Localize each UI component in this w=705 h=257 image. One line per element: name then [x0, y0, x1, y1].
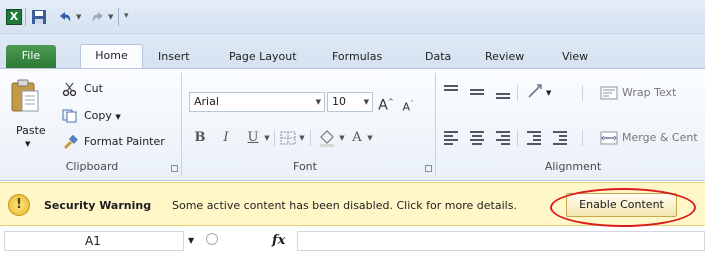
ribbon-home: Paste ▼ Cut Copy ▼ Format Painter Clipbo… [0, 68, 705, 181]
group-label-alignment: Alignment [544, 160, 602, 173]
copy-icon [62, 109, 77, 123]
redo-dropdown-chevron-icon[interactable]: ▼ [108, 13, 113, 21]
security-warning-message[interactable]: Some active content has been disabled. C… [172, 199, 517, 212]
middle-align-button[interactable] [467, 83, 487, 101]
decrease-indent-button[interactable] [524, 129, 544, 147]
paste-button[interactable]: Paste [16, 124, 46, 137]
font-inner-separator [274, 130, 275, 146]
borders-icon[interactable] [280, 131, 296, 145]
bold-button[interactable]: B [193, 129, 207, 147]
tab-view[interactable]: View [562, 46, 588, 69]
fill-color-dropdown-chevron-icon[interactable]: ▼ [338, 129, 346, 147]
wrap-text-icon [600, 86, 618, 100]
bottom-align-button[interactable] [493, 83, 513, 101]
shrink-font-button[interactable]: Aˇ [399, 95, 417, 114]
scissors-icon [62, 82, 77, 96]
paste-icon[interactable] [10, 79, 40, 113]
font-name-dropdown-chevron-icon[interactable]: ▼ [316, 93, 321, 111]
tab-formulas[interactable]: Formulas [332, 46, 382, 69]
align-left-button[interactable] [441, 129, 461, 147]
font-dialog-launcher-icon[interactable] [425, 165, 432, 172]
font-size-combo[interactable]: 10 ▼ [327, 92, 373, 112]
align-right-button[interactable] [493, 129, 513, 147]
tab-data[interactable]: Data [425, 46, 451, 69]
underline-dropdown-chevron-icon[interactable]: ▼ [263, 129, 271, 147]
copy-label: Copy ▼ [84, 109, 121, 122]
group-label-font: Font [293, 160, 317, 173]
annotation-highlight-circle [550, 188, 696, 227]
alignment-inner-separator [517, 85, 518, 101]
wrap-text-button[interactable]: Wrap Text [622, 86, 676, 99]
font-color-dropdown-chevron-icon[interactable]: ▼ [366, 129, 374, 147]
paste-dropdown-chevron-icon[interactable]: ▼ [25, 140, 30, 148]
orientation-icon[interactable] [526, 82, 544, 100]
font-inner-separator [310, 130, 311, 146]
security-warning-bar: ! Security Warning Some active content h… [0, 182, 705, 227]
formula-bar: A1 ▼ fx [0, 227, 705, 257]
font-size-value: 10 [332, 95, 346, 108]
group-separator [435, 73, 436, 177]
insert-function-button[interactable]: fx [272, 233, 285, 248]
save-icon[interactable] [31, 9, 47, 25]
merge-center-button[interactable]: Merge & Cent [622, 131, 698, 144]
paintbrush-icon [64, 135, 78, 149]
align-center-button[interactable] [467, 129, 487, 147]
cut-label: Cut [84, 82, 103, 95]
tab-file[interactable]: File [6, 45, 56, 69]
tab-review[interactable]: Review [485, 46, 524, 69]
tab-page-layout[interactable]: Page Layout [229, 46, 297, 69]
group-label-clipboard: Clipboard [65, 160, 119, 173]
undo-dropdown-chevron-icon[interactable]: ▼ [76, 13, 81, 21]
ribbon-tabs: File Home Insert Page Layout Formulas Da… [0, 34, 705, 70]
formula-input[interactable] [297, 231, 705, 251]
name-box-dropdown-chevron-icon[interactable]: ▼ [188, 236, 194, 245]
alignment-inner-separator [582, 85, 583, 101]
excel-logo-icon[interactable]: X [6, 9, 22, 25]
orientation-dropdown-chevron-icon[interactable]: ▼ [546, 89, 551, 97]
alignment-inner-separator [582, 130, 583, 146]
customize-qat-icon[interactable]: ▾ [124, 11, 129, 21]
formula-cancel-icon[interactable] [206, 233, 218, 245]
security-warning-title: Security Warning [44, 199, 152, 212]
tab-home[interactable]: Home [80, 44, 143, 70]
name-box[interactable]: A1 [4, 231, 184, 251]
underline-button[interactable]: U [246, 129, 260, 147]
tab-insert[interactable]: Insert [158, 46, 190, 69]
quick-access-toolbar: X ▼ ▼ ▾ [0, 0, 705, 34]
clipboard-dialog-launcher-icon[interactable] [171, 165, 178, 172]
font-name-value: Arial [194, 95, 219, 108]
font-color-button[interactable]: A [350, 129, 364, 147]
alignment-inner-separator [517, 130, 518, 146]
undo-icon[interactable] [57, 9, 73, 25]
redo-icon[interactable] [90, 9, 106, 25]
copy-dropdown-chevron-icon[interactable]: ▼ [115, 113, 120, 121]
increase-indent-button[interactable] [550, 129, 570, 147]
fill-color-icon[interactable] [318, 129, 336, 147]
qat-separator [25, 8, 26, 26]
font-name-combo[interactable]: Arial ▼ [189, 92, 325, 112]
borders-dropdown-chevron-icon[interactable]: ▼ [298, 129, 306, 147]
font-size-dropdown-chevron-icon[interactable]: ▼ [364, 93, 369, 111]
top-align-button[interactable] [441, 83, 461, 101]
grow-font-button[interactable]: A^ [377, 93, 395, 114]
format-painter-label: Format Painter [84, 135, 165, 148]
qat-separator [118, 8, 119, 26]
warning-shield-icon: ! [8, 194, 30, 216]
group-separator [181, 73, 182, 177]
italic-button[interactable]: I [219, 129, 233, 147]
merge-center-icon [600, 131, 618, 145]
